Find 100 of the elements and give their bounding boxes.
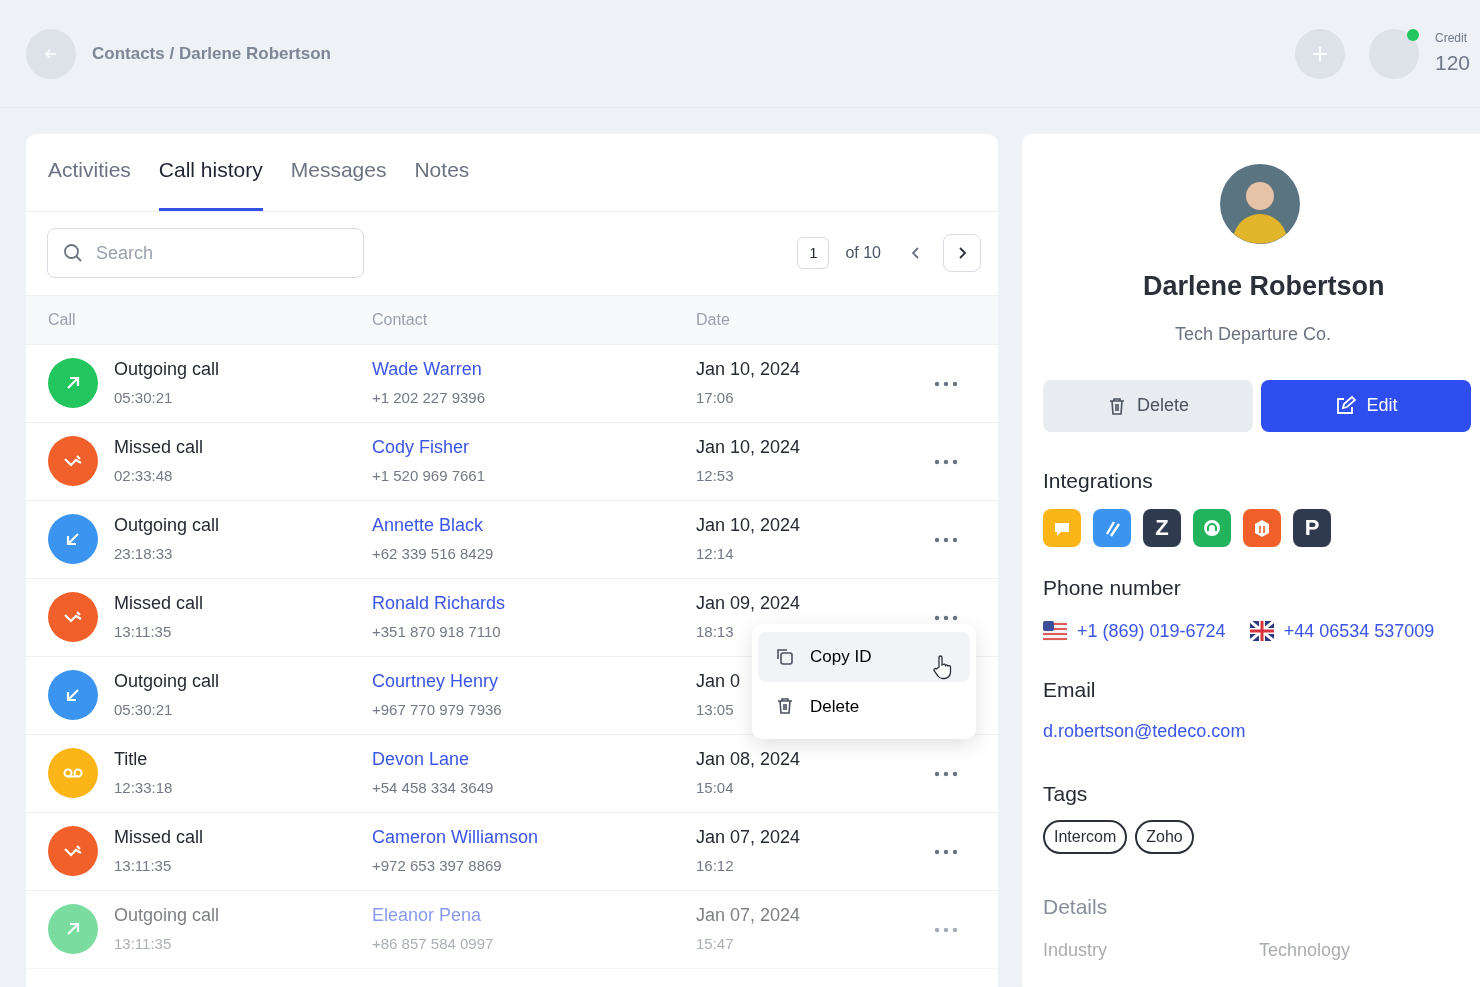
tag: Zoho [1135,820,1194,855]
contact-phone: +86 857 584 0997 [372,934,495,955]
menu-item[interactable]: Copy ID [758,632,970,682]
menu-item[interactable]: Delete [758,681,970,731]
section-title: Details [1043,894,1109,920]
tab[interactable]: Call history [158,134,263,211]
contact-full-name: Darlene Robertson [1143,270,1386,303]
call-duration: 23:18:33 [114,544,174,565]
call-date: Jan 07, 2024 [696,826,801,850]
call-date: Jan 07, 2024 [696,904,801,928]
call-duration: 05:30:21 [114,388,174,409]
call-time: 16:12 [696,856,734,877]
section-title: Phone number [1043,574,1182,600]
contact-name[interactable]: Annette Black [372,515,484,536]
call-date: Jan 0 [696,670,741,694]
app-logo[interactable]: Z [1143,508,1181,547]
tab[interactable]: Activities [48,134,131,211]
call-date: Jan 08, 2024 [696,748,801,772]
call-type: Title [114,748,149,772]
app-logo-icon[interactable] [1093,508,1131,547]
credit-label: Credit [1435,29,1468,47]
phone-link[interactable]: +1 (869) 019-6724 [1077,617,1226,645]
contact-name[interactable]: Cameron Williamson [372,827,539,848]
delete-button[interactable]: Delete [1043,379,1253,432]
call-duration: 13:11:35 [114,856,173,877]
detail-value: Technology [1259,939,1351,963]
call-time: 13:05 [696,700,734,721]
call-time: 15:04 [696,778,734,799]
call-duration: 13:11:35 [114,934,173,955]
column-header: Contact [372,309,429,330]
plus-icon [1311,44,1329,63]
column-header: Call [48,309,77,330]
call-type: Missed call [114,436,204,460]
section-title: Tags [1043,781,1089,807]
column-header: Date [696,309,731,330]
more-icon [934,536,958,543]
contact-phone: +967 770 979 7936 [372,700,503,721]
page-number-field[interactable]: 1 [797,237,830,269]
call-type: Outgoing call [114,670,220,694]
contact-name[interactable]: Wade Warren [372,359,482,380]
online-dot [1407,28,1419,41]
breadcrumb[interactable]: Contacts / Darlene Robertson [92,40,331,67]
hand-cursor-icon [932,654,954,680]
call-duration: 02:33:48 [114,466,174,487]
call-duration: 05:30:21 [114,700,174,721]
email-link[interactable]: d.robertson@tedeco.com [1043,718,1246,746]
contact-phone: +351 870 918 7110 [372,622,502,643]
call-type: Missed call [114,592,204,616]
contact-name[interactable]: Devon Lane [372,749,470,770]
call-type: Outgoing call [114,358,220,382]
flag-icon [1249,621,1274,642]
more-icon [934,770,958,777]
tab[interactable]: Messages [290,134,387,211]
app-logo-icon[interactable] [1193,508,1231,547]
call-date: Jan 09, 2024 [696,592,801,616]
contact-phone: +1 202 227 9396 [372,388,487,409]
app-logo[interactable]: P [1293,508,1331,547]
call-date: Jan 10, 2024 [696,436,801,460]
tab[interactable]: Notes [414,134,470,211]
contact-phone: +1 520 969 7661 [372,466,487,487]
contact-phone: +62 339 516 8429 [372,544,495,565]
call-time: 12:53 [696,466,734,487]
contact-phone: +54 458 334 3649 [372,778,495,799]
section-title: Email [1043,676,1097,703]
more-icon [934,848,958,855]
call-date: Jan 10, 2024 [696,514,801,538]
flag-icon [1043,621,1067,642]
call-type: Outgoing call [114,904,220,928]
search-field[interactable]: Search [47,228,364,278]
more-icon [934,614,958,621]
call-time: 15:47 [696,934,734,955]
section-title: Integrations [1043,467,1154,493]
detail-label: Industry [1043,939,1109,963]
credit-value: 120 [1435,49,1472,76]
tag: Intercom [1043,820,1128,855]
contact-phone: +972 653 397 8869 [372,856,503,877]
page-count: of 10 [845,243,881,263]
contact-name[interactable]: Ronald Richards [372,593,506,614]
next-page-button[interactable] [943,234,981,272]
app-logo-icon[interactable] [1243,508,1281,547]
more-icon [934,458,958,465]
more-icon [934,380,958,387]
user-avatar[interactable] [1369,28,1419,79]
edit-icon [1334,394,1357,417]
add-button[interactable] [1295,28,1345,79]
phone-link[interactable]: +44 06534 537009 [1283,617,1435,645]
call-time: 17:06 [696,388,734,409]
contact-name[interactable]: Courtney Henry [372,671,499,692]
call-type: Missed call [114,826,204,850]
edit-button[interactable]: Edit [1261,379,1471,432]
call-time: 18:13 [696,622,734,643]
app-logo-icon[interactable] [1043,508,1081,547]
call-date: Jan 10, 2024 [696,358,801,382]
call-time: 12:14 [696,544,734,565]
company-name: Tech Departure Co. [1175,322,1333,346]
call-type: Outgoing call [114,514,220,538]
more-icon [934,926,958,933]
call-duration: 13:11:35 [114,622,173,643]
contact-name[interactable]: Cody Fisher [372,437,470,458]
call-duration: 12:33:18 [114,778,173,799]
